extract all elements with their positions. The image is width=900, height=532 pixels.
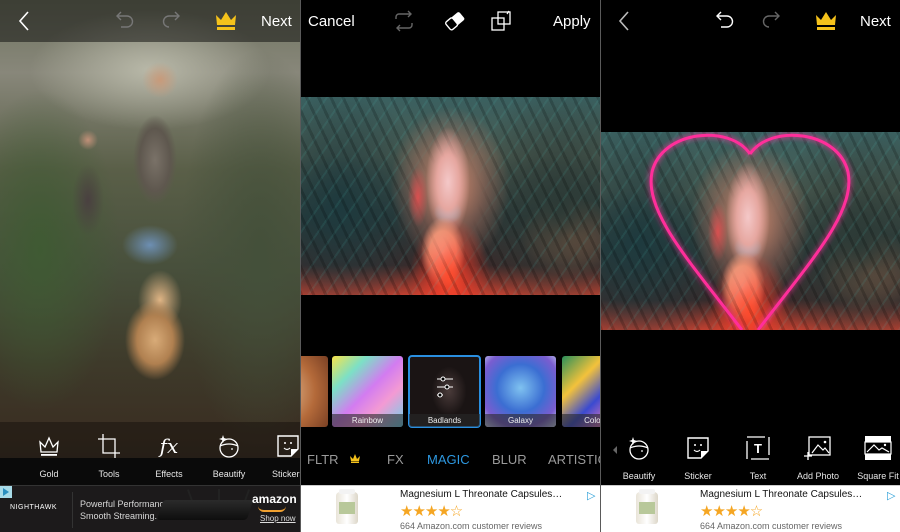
square-fit-icon <box>864 434 892 462</box>
photo-canvas-with-heart-frame[interactable] <box>600 132 900 330</box>
effect-category-tabs: FLTR FX MAGIC BLUR ARTISTIC <box>300 452 600 470</box>
ad-title: Magnesium L Threonate Capsules… <box>700 489 863 500</box>
tab-artistic[interactable]: ARTISTIC <box>548 452 600 467</box>
ad-banner[interactable]: Magnesium L Threonate Capsules… ★★★★☆ 66… <box>600 485 900 532</box>
ad-review-count: 664 Amazon.com customer reviews <box>700 521 843 531</box>
chevron-left-icon[interactable] <box>12 10 36 32</box>
shop-now-link[interactable]: Shop now <box>260 514 296 523</box>
tool-text[interactable]: T Text <box>728 434 788 481</box>
ad-banner[interactable]: NIGHTHAWK Powerful Performance. Smooth S… <box>0 485 300 532</box>
crown-icon <box>350 451 360 466</box>
tool-label: Sticker <box>684 471 712 481</box>
router-image <box>156 500 254 520</box>
ad-copy-line2: Smooth Streaming. <box>80 511 158 521</box>
editor-panel-left: Next Gold Tools fx Effects Beautify Stic… <box>0 0 300 532</box>
tab-fx[interactable]: FX <box>387 452 404 467</box>
crown-icon[interactable] <box>214 10 238 32</box>
svg-text:T: T <box>754 441 762 456</box>
tool-label: Square Fit <box>857 471 899 481</box>
tool-bar: Beautify Sticker T Text Add Photo Square… <box>600 430 900 485</box>
face-sparkle-icon <box>625 434 653 462</box>
tool-square-fit[interactable]: Square Fit <box>848 434 900 481</box>
tool-label: Stickers <box>271 469 300 479</box>
tool-bar: Gold Tools fx Effects Beautify Sticker <box>0 422 300 485</box>
effect-thumb-badlands[interactable]: Badlands <box>408 355 481 428</box>
swap-icon[interactable] <box>392 10 416 32</box>
blend-layers-icon[interactable] <box>490 10 514 32</box>
photo-canvas[interactable] <box>0 0 300 485</box>
text-icon: T <box>744 434 772 462</box>
cancel-button[interactable]: Cancel <box>308 13 355 30</box>
tool-gold[interactable]: Gold <box>19 432 79 479</box>
apply-button[interactable]: Apply <box>553 13 591 30</box>
effect-thumb-rainbow[interactable]: Rainbow <box>332 356 403 427</box>
magic-effect-preview[interactable] <box>300 97 600 295</box>
next-button[interactable]: Next <box>261 13 292 30</box>
tool-effects[interactable]: fx Effects <box>139 432 199 479</box>
tool-beautify[interactable]: Beautify <box>199 432 259 479</box>
crop-icon <box>95 432 123 460</box>
tool-label: Effects <box>155 469 183 479</box>
tool-sticker[interactable]: Sticker <box>668 434 728 481</box>
product-image <box>636 489 658 524</box>
add-photo-icon <box>804 434 832 462</box>
next-button[interactable]: Next <box>860 13 891 30</box>
top-bar: Cancel Apply <box>300 0 600 42</box>
redo-icon[interactable] <box>760 10 784 32</box>
ad-review-count: 664 Amazon.com customer reviews <box>400 521 543 531</box>
ad-banner[interactable]: Magnesium L Threonate Capsules… ★★★★☆ 66… <box>300 485 600 532</box>
rating-stars: ★★★★☆ <box>700 503 763 520</box>
tab-blur[interactable]: BLUR <box>492 452 527 467</box>
fx-icon: fx <box>159 434 179 458</box>
editor-panel-magic: Cancel Apply Rainbow Badlands Galaxy Col… <box>300 0 600 532</box>
tool-add-photo[interactable]: Add Photo <box>788 434 848 481</box>
adjust-sliders-icon[interactable] <box>436 376 454 398</box>
tool-label: Beautify <box>212 469 246 479</box>
tool-tools[interactable]: Tools <box>79 432 139 479</box>
ad-title: Magnesium L Threonate Capsules… <box>400 489 563 500</box>
tab-magic[interactable]: MAGIC <box>427 452 470 467</box>
editor-panel-right: Next Beautify Sticker T Text Add Photo S… <box>600 0 900 532</box>
tool-label: Gold <box>39 469 59 479</box>
effect-thumb-galaxy[interactable]: Galaxy <box>485 356 556 427</box>
top-bar: Next <box>0 0 300 42</box>
redo-icon[interactable] <box>160 10 184 32</box>
tool-label: Add Photo <box>796 471 840 481</box>
adchoices-icon[interactable] <box>0 486 12 498</box>
undo-icon[interactable] <box>712 10 736 32</box>
ad-copy-line1: Powerful Performance. <box>80 499 172 509</box>
tab-fltr[interactable]: FLTR <box>307 452 339 467</box>
tool-stickers[interactable]: Stickers <box>258 432 300 479</box>
ad-advertiser-logo: amazon <box>252 492 297 506</box>
ad-brand: NIGHTHAWK <box>10 504 58 511</box>
tool-label: Beautify <box>622 471 656 481</box>
sticker-icon <box>274 432 300 460</box>
effect-thumb-color[interactable]: Color S <box>562 356 600 427</box>
sticker-icon <box>684 434 712 462</box>
adchoices-icon[interactable]: ▷ <box>587 489 595 502</box>
tool-label: Text <box>749 471 767 481</box>
screenshot-collage: Next Gold Tools fx Effects Beautify Stic… <box>0 0 900 532</box>
adchoices-icon[interactable]: ▷ <box>887 489 895 502</box>
crown-outline-icon <box>35 432 63 460</box>
top-bar: Next <box>600 0 900 42</box>
effect-thumbnail-strip[interactable]: Rainbow Badlands Galaxy Color S <box>300 355 600 428</box>
divider <box>600 0 601 532</box>
crown-icon[interactable] <box>814 10 838 32</box>
effect-thumb[interactable] <box>300 356 328 427</box>
tool-beautify[interactable]: Beautify <box>609 434 669 481</box>
chevron-left-icon[interactable] <box>612 10 636 32</box>
tool-label: Tools <box>98 469 120 479</box>
rating-stars: ★★★★☆ <box>400 503 463 520</box>
product-image <box>336 489 358 524</box>
undo-icon[interactable] <box>112 10 136 32</box>
divider <box>300 0 301 532</box>
face-sparkle-icon <box>215 432 243 460</box>
eraser-icon[interactable] <box>443 10 467 32</box>
